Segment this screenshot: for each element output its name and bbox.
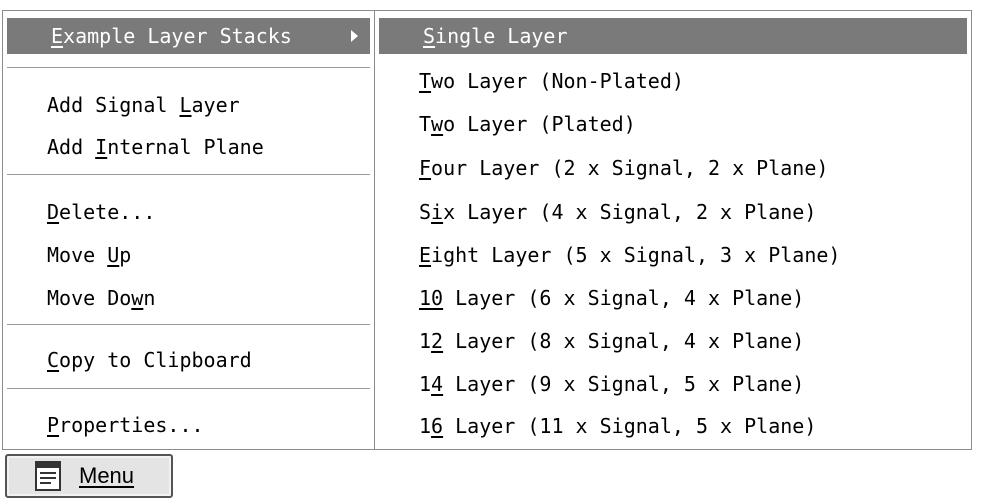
- menu-separator: [7, 324, 370, 326]
- menu-separator: [7, 388, 370, 390]
- menu-item-add-signal-layer[interactable]: Add Signal Layer: [3, 87, 374, 123]
- submenu-item-single-layer[interactable]: Single Layer: [379, 18, 967, 54]
- menu-item-add-internal-plane[interactable]: Add Internal Plane: [3, 129, 374, 165]
- submenu-item-two-layer-non-plated[interactable]: Two Layer (Non-Plated): [375, 63, 971, 99]
- submenu-item-10-layer[interactable]: 10 Layer (6 x Signal, 4 x Plane): [375, 280, 971, 316]
- menu-button-label: Menu: [79, 463, 135, 488]
- menu-separator: [7, 67, 370, 69]
- submenu-item-four-layer[interactable]: Four Layer (2 x Signal, 2 x Plane): [375, 150, 971, 186]
- menu-item-delete[interactable]: Delete...: [3, 194, 374, 230]
- example-layer-stacks-submenu: Single Layer Two Layer (Non-Plated) Two …: [374, 10, 972, 450]
- menu-item-example-layer-stacks[interactable]: Example Layer Stacks: [7, 18, 370, 54]
- menu-item-properties[interactable]: Properties...: [3, 407, 374, 443]
- submenu-item-six-layer[interactable]: Six Layer (4 x Signal, 2 x Plane): [375, 194, 971, 230]
- menu-list-icon: [35, 461, 61, 491]
- submenu-item-eight-layer[interactable]: Eight Layer (5 x Signal, 3 x Plane): [375, 237, 971, 273]
- menu-item-move-down[interactable]: Move Down: [3, 280, 374, 316]
- submenu-item-14-layer[interactable]: 14 Layer (9 x Signal, 5 x Plane): [375, 366, 971, 402]
- submenu-arrow-icon: [351, 30, 358, 42]
- menu-item-copy-to-clipboard[interactable]: Copy to Clipboard: [3, 342, 374, 378]
- menu-item-move-up[interactable]: Move Up: [3, 237, 374, 273]
- context-menu: Example Layer Stacks Add Signal Layer Ad…: [2, 10, 375, 450]
- submenu-item-16-layer[interactable]: 16 Layer (11 x Signal, 5 x Plane): [375, 408, 971, 444]
- menu-separator: [7, 174, 370, 176]
- menu-button[interactable]: Menu: [5, 454, 173, 498]
- submenu-item-two-layer-plated[interactable]: Two Layer (Plated): [375, 106, 971, 142]
- submenu-item-12-layer[interactable]: 12 Layer (8 x Signal, 4 x Plane): [375, 323, 971, 359]
